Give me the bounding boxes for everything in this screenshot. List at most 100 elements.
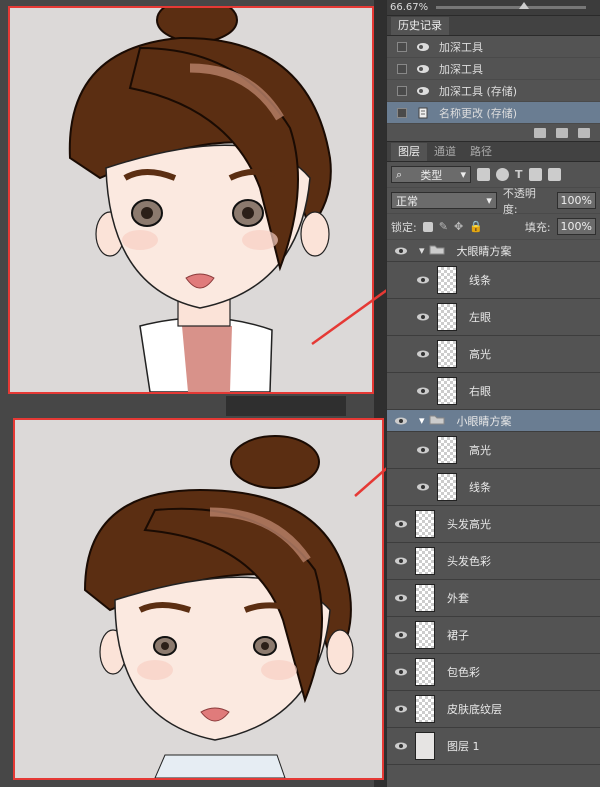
history-checkbox[interactable] [397, 107, 407, 118]
layer[interactable]: 图层 1 [387, 728, 600, 765]
blend-mode-label: 正常 [396, 194, 418, 208]
layer-thumbnail [415, 732, 435, 760]
camera-icon[interactable] [556, 127, 568, 138]
layer-thumbnail [437, 303, 457, 331]
canvas-area[interactable] [0, 0, 414, 787]
new-document-icon[interactable] [534, 127, 546, 138]
filter-label: 类型 [420, 168, 443, 182]
zoom-slider[interactable] [436, 2, 586, 9]
layer-thumbnail [415, 547, 435, 575]
history-checkbox[interactable] [397, 41, 407, 52]
filter-select[interactable]: ⌕ 类型 ▾ [391, 166, 471, 183]
eye-icon[interactable] [409, 446, 437, 454]
layer-name: 线条 [469, 274, 491, 287]
lock-icon[interactable]: 🔒 [469, 220, 483, 233]
history-label: 加深工具 (存储) [439, 84, 518, 98]
history-item[interactable]: 加深工具 [387, 36, 600, 58]
adjustment-filter-icon[interactable] [496, 168, 509, 181]
history-checkbox[interactable] [397, 63, 407, 74]
layer-thumbnail [437, 340, 457, 368]
history-list: 加深工具 加深工具 加深工具 (存储) 名称更改 (存储) [387, 36, 600, 124]
layer-name: 头发色彩 [447, 555, 491, 568]
eye-icon[interactable] [387, 417, 415, 425]
layer-thumbnail [415, 584, 435, 612]
layer-name: 高光 [469, 348, 491, 361]
history-item[interactable]: 加深工具 [387, 58, 600, 80]
layer[interactable]: 裙子 [387, 617, 600, 654]
layer[interactable]: 线条 [387, 469, 600, 506]
eye-icon[interactable] [387, 631, 415, 639]
history-tabs: 历史记录 [387, 16, 600, 36]
eye-icon[interactable] [387, 520, 415, 528]
burn-tool-icon [415, 63, 431, 75]
layer[interactable]: 高光 [387, 336, 600, 373]
layer[interactable]: 右眼 [387, 373, 600, 410]
layer[interactable]: 头发高光 [387, 506, 600, 543]
eye-icon[interactable] [409, 276, 437, 284]
move-icon[interactable]: ✥ [454, 220, 463, 233]
expand-arrow-icon[interactable]: ▾ [419, 414, 425, 427]
layer-group[interactable]: ▾ 大眼睛方案 [387, 240, 600, 262]
eye-icon[interactable] [409, 483, 437, 491]
layer-name: 右眼 [469, 385, 491, 398]
history-footer [387, 124, 600, 142]
zoom-level[interactable]: 66.67% [390, 2, 428, 13]
eye-icon[interactable] [387, 594, 415, 602]
history-checkbox[interactable] [397, 85, 407, 96]
layer-thumbnail [437, 266, 457, 294]
layer-group-selected[interactable]: ▾ 小眼睛方案 [387, 410, 600, 432]
chevron-down-icon: ▾ [460, 168, 466, 181]
layers-tabs: 图层 通道 路径 [387, 142, 600, 162]
eye-icon[interactable] [387, 247, 415, 255]
expand-arrow-icon[interactable]: ▾ [419, 244, 425, 257]
layer-thumbnail [415, 510, 435, 538]
layer-thumbnail [437, 377, 457, 405]
eye-icon[interactable] [387, 668, 415, 676]
slider-knob-icon[interactable] [518, 2, 529, 9]
eye-icon[interactable] [409, 313, 437, 321]
layer[interactable]: 左眼 [387, 299, 600, 336]
chevron-down-icon: ▾ [486, 194, 492, 207]
layer-name: 高光 [469, 444, 491, 457]
layer[interactable]: 头发色彩 [387, 543, 600, 580]
folder-icon [429, 243, 445, 258]
tab-channels[interactable]: 通道 [427, 143, 463, 161]
trash-icon[interactable] [578, 127, 590, 138]
search-icon: ⌕ [396, 167, 403, 181]
tab-layers[interactable]: 图层 [391, 143, 427, 161]
eye-icon[interactable] [387, 557, 415, 565]
eye-icon[interactable] [387, 705, 415, 713]
layer-name: 左眼 [469, 311, 491, 324]
smart-object-filter-icon[interactable] [547, 168, 561, 181]
layer-name: 头发高光 [447, 518, 491, 531]
eye-icon[interactable] [387, 742, 415, 750]
shape-filter-icon[interactable] [528, 168, 542, 181]
eye-icon[interactable] [409, 350, 437, 358]
blend-row: 正常 ▾ 不透明度: 100% [387, 187, 600, 216]
navigator-bar: 66.67% [387, 0, 600, 16]
history-label: 名称更改 (存储) [439, 106, 518, 120]
layer[interactable]: 皮肤底纹层 [387, 691, 600, 728]
lock-transparency-icon[interactable] [422, 221, 433, 232]
tab-history[interactable]: 历史记录 [391, 17, 449, 35]
eye-icon[interactable] [409, 387, 437, 395]
tab-paths[interactable]: 路径 [463, 143, 499, 161]
layer[interactable]: 外套 [387, 580, 600, 617]
history-item-selected[interactable]: 名称更改 (存储) [387, 102, 600, 124]
layer-name: 包色彩 [447, 666, 480, 679]
brush-icon[interactable]: ✎ [439, 220, 448, 233]
layer[interactable]: 线条 [387, 262, 600, 299]
image-filter-icon[interactable] [477, 168, 490, 181]
burn-tool-icon [415, 85, 431, 97]
history-item[interactable]: 加深工具 (存储) [387, 80, 600, 102]
opacity-input[interactable]: 100% [556, 192, 596, 209]
fill-input[interactable]: 100% [556, 218, 596, 235]
type-filter-icon[interactable]: T [515, 168, 523, 181]
layers-list: ▾ 大眼睛方案 线条 左眼 高光 右眼 ▾ 小眼睛方案 高光 线条 头发高光 头… [387, 240, 600, 765]
lock-row: 锁定: ✎ ✥ 🔒 填充: 100% [387, 214, 600, 240]
layer-name: 裙子 [447, 629, 469, 642]
blend-mode-select[interactable]: 正常 ▾ [391, 192, 497, 209]
layer[interactable]: 高光 [387, 432, 600, 469]
layer-thumbnail [415, 621, 435, 649]
layer[interactable]: 包色彩 [387, 654, 600, 691]
